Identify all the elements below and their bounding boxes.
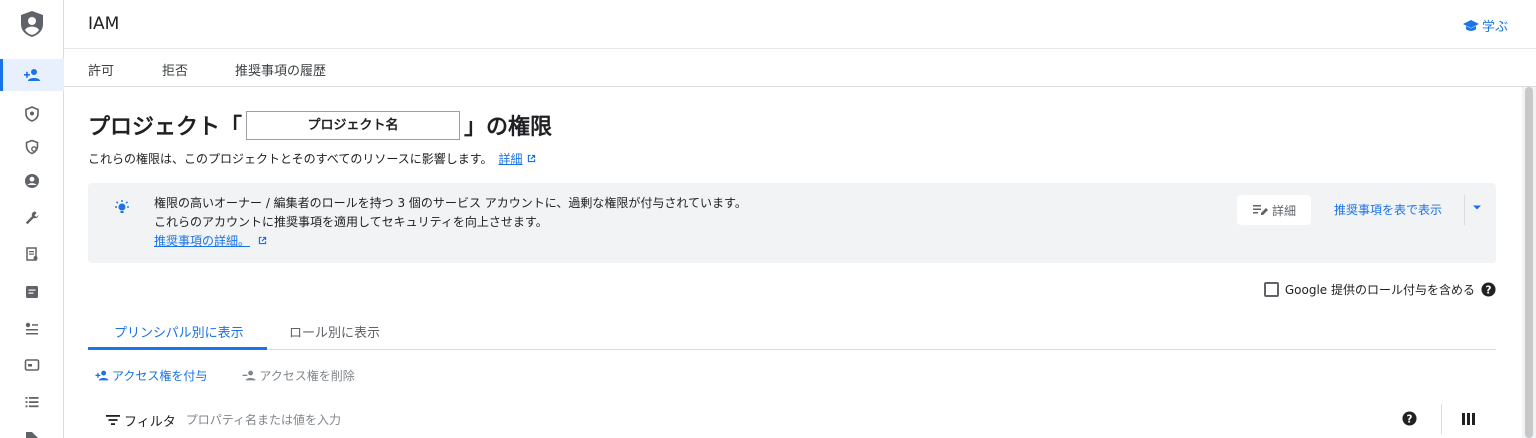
document-icon (26, 247, 38, 261)
open-in-new-icon (258, 236, 267, 245)
view-tabs: プリンシパル別に表示 ロール別に表示 (88, 317, 1496, 350)
filter-bar: フィルタ ? (106, 404, 1496, 434)
nav-item-more[interactable] (0, 422, 64, 438)
nav-item-identity[interactable] (0, 165, 64, 197)
scrollbar-thumb[interactable] (1525, 87, 1533, 438)
help-icon[interactable]: ? (1402, 411, 1417, 426)
include-google-roles-label: Google 提供のロール付与を含める (1284, 283, 1475, 297)
project-name-box: プロジェクト名 (246, 110, 461, 140)
revoke-access-label: アクセス権を削除 (259, 369, 355, 383)
banner-line-2: これらのアカウントに推奨事項を適用してセキュリティを向上させます。 (154, 215, 548, 229)
page-title-suffix: 」の権限 (464, 115, 553, 140)
banner-line-1: 権限の高いオーナー / 編集者のロールを持つ 3 個のサービス アカウントに、過… (154, 196, 747, 210)
nav-item-labels[interactable] (0, 238, 64, 270)
person-add-icon (24, 69, 40, 81)
learn-label: 学ぶ (1481, 20, 1508, 35)
nav-item-tags[interactable] (0, 276, 64, 308)
view-recommendations-table-button[interactable]: 推奨事項を表で表示 (1334, 201, 1442, 218)
tab-view-by-principal[interactable]: プリンシパル別に表示 (114, 322, 244, 341)
tag-icon (26, 432, 38, 438)
nav-item-privacy[interactable] (0, 349, 64, 381)
recommendation-details-link[interactable]: 推奨事項の詳細。 (154, 234, 250, 248)
left-nav-rail (0, 0, 64, 438)
help-icon[interactable]: ? (1481, 282, 1496, 297)
permission-subtabs: 許可 拒否 推奨事項の履歴 (64, 49, 1536, 87)
details-link[interactable]: 詳細 (499, 152, 523, 166)
include-google-roles-option: Google 提供のロール付与を含める ? (1263, 281, 1496, 298)
nav-item-policy-troubleshooter[interactable] (0, 98, 64, 130)
person-add-icon (95, 370, 109, 381)
page-title-prefix: プロジェクト「 (88, 115, 243, 140)
banner-detail-label: 詳細 (1271, 203, 1296, 218)
filter-input[interactable] (185, 413, 586, 427)
column-display-icon[interactable] (1462, 413, 1475, 425)
tab-allow[interactable]: 許可 (88, 60, 114, 79)
button-divider (1464, 195, 1465, 225)
nav-item-settings[interactable] (0, 313, 64, 345)
school-icon (1462, 19, 1479, 31)
active-tab-indicator (88, 347, 267, 350)
nav-item-policy-analyzer[interactable] (0, 131, 64, 163)
iam-app: IAM 学ぶ 許可 拒否 推奨事項の履歴 プロジェクト「 プロジェクト名 」の権… (0, 0, 1536, 438)
banner-line-3: 推奨事項の詳細。 (154, 232, 747, 251)
chevron-down-icon[interactable] (1472, 205, 1482, 211)
grant-access-label: アクセス権を付与 (112, 369, 208, 383)
recommendation-banner: 権限の高いオーナー / 編集者のロールを持つ 3 個のサービス アカウントに、過… (88, 183, 1496, 263)
revoke-access-button[interactable]: アクセス権を削除 (241, 367, 355, 384)
svg-text:?: ? (1486, 284, 1492, 296)
account-circle-icon (25, 174, 39, 188)
card-icon (24, 359, 40, 371)
note-icon (26, 286, 38, 298)
person-remove-icon (242, 370, 256, 381)
grant-access-button[interactable]: アクセス権を付与 (94, 367, 207, 384)
lightbulb-icon (115, 200, 129, 213)
banner-message: 権限の高いオーナー / 編集者のロールを持つ 3 個のサービス アカウントに、過… (154, 194, 747, 251)
policy-search-icon (25, 139, 39, 155)
filter-label: フィルタ (124, 414, 176, 430)
nav-item-iam[interactable] (0, 59, 64, 91)
wrench-icon (25, 211, 39, 225)
access-actions: アクセス権を付与 アクセス権を削除 (94, 367, 355, 384)
description-text: これらの権限は、このプロジェクトとそのすべてのリソースに影響します。 (88, 152, 493, 166)
filter-divider (1441, 404, 1442, 434)
iam-shield-logo-icon[interactable] (20, 10, 44, 38)
filter-list-icon (106, 415, 120, 425)
learn-button[interactable]: 学ぶ (1462, 16, 1508, 35)
details-link-label: 詳細 (498, 152, 523, 166)
page-title: プロジェクト「 プロジェクト名 」の権限 (88, 109, 552, 141)
top-header: IAM 学ぶ (64, 0, 1536, 49)
tab-deny[interactable]: 拒否 (162, 60, 188, 79)
include-google-roles-checkbox[interactable] (1263, 282, 1279, 297)
nav-item-list[interactable] (0, 386, 64, 418)
list-icon (25, 397, 39, 408)
vertical-scrollbar[interactable] (1522, 87, 1536, 438)
shield-icon (25, 106, 39, 122)
svg-text:?: ? (1407, 413, 1413, 425)
settings-list-icon (25, 322, 38, 335)
edit-note-icon (1252, 205, 1268, 215)
open-in-new-icon (528, 154, 536, 163)
tab-recommendation-history[interactable]: 推奨事項の履歴 (235, 60, 326, 79)
nav-item-workload-identity[interactable] (0, 202, 64, 234)
tab-view-by-role[interactable]: ロール別に表示 (289, 322, 380, 341)
page-description: これらの権限は、このプロジェクトとそのすべてのリソースに影響します。 詳細 (88, 150, 537, 167)
banner-detail-button[interactable]: 詳細 (1237, 195, 1311, 225)
page-header-title: IAM (88, 14, 120, 34)
